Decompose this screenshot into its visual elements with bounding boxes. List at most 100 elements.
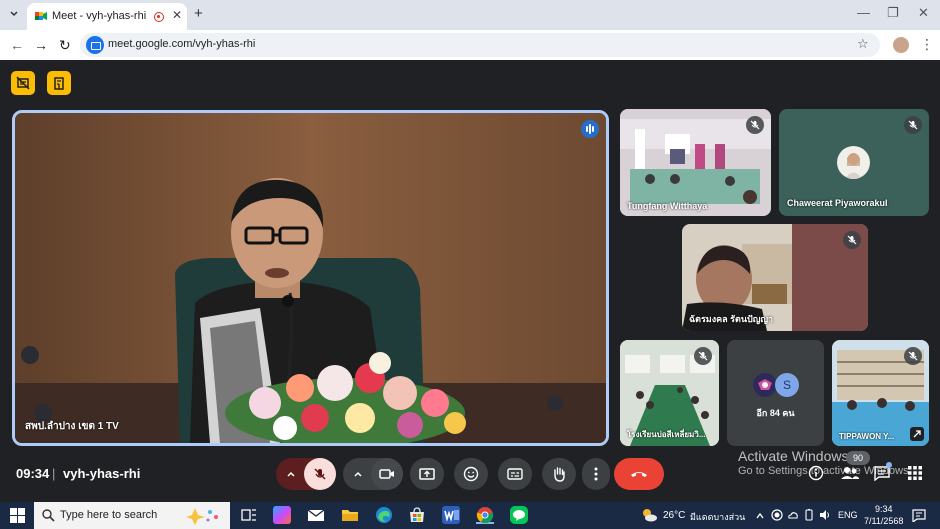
- participant-avatar: [753, 373, 777, 397]
- emblem-icon: [753, 373, 777, 397]
- apps-grid-icon: [908, 466, 922, 480]
- main-speaker-video: [15, 113, 606, 443]
- people-button[interactable]: [840, 465, 860, 481]
- chevron-down-icon: [10, 11, 18, 17]
- captions-button[interactable]: [498, 458, 532, 490]
- mic-control-group: [276, 458, 336, 490]
- hang-up-icon: [631, 472, 647, 477]
- participant-name: Chaweerat Piyaworakul: [787, 198, 888, 208]
- chevron-up-icon: [287, 471, 295, 477]
- camera-options-button[interactable]: [343, 458, 373, 490]
- mail-taskbar-button[interactable]: [307, 506, 325, 524]
- participant-tile[interactable]: Chaweerat Piyaworakul: [779, 109, 929, 216]
- mic-options-button[interactable]: [276, 458, 306, 490]
- restore-button[interactable]: ❐: [887, 5, 899, 21]
- record-tray-icon[interactable]: [771, 509, 783, 521]
- chevron-up-icon[interactable]: [755, 511, 765, 521]
- line-taskbar-button[interactable]: [510, 506, 528, 524]
- participant-name: Tungfang Witthaya: [627, 201, 708, 211]
- notification-center-icon[interactable]: [912, 509, 926, 522]
- mic-off-icon: [698, 351, 708, 361]
- weather-widget-icon[interactable]: [640, 506, 658, 524]
- taskbar-search-box[interactable]: Type here to search: [34, 502, 230, 529]
- info-icon: [808, 465, 824, 481]
- meeting-code: vyh-yhas-rhi: [63, 466, 141, 481]
- google-meet-icon: [35, 12, 47, 20]
- profile-avatar[interactable]: [893, 37, 909, 53]
- mic-off-badge: [843, 231, 861, 249]
- browser-toolbar: ← → ↻ meet.google.com/vyh-yhas-rhi ☆: [0, 30, 940, 60]
- host-controls-indicator[interactable]: [47, 71, 71, 95]
- forward-button[interactable]: →: [34, 37, 48, 53]
- reload-button[interactable]: ↻: [59, 37, 71, 54]
- present-screen-button[interactable]: [410, 458, 444, 490]
- raise-hand-button[interactable]: [542, 458, 576, 490]
- pin-icon[interactable]: [910, 427, 924, 441]
- camera-toggle-button[interactable]: [371, 458, 403, 490]
- meeting-info-button[interactable]: [808, 465, 824, 481]
- battery-tray-icon[interactable]: [803, 509, 815, 521]
- captions-indicator[interactable]: [11, 71, 35, 95]
- url-text: meet.google.com/vyh-yhas-rhi: [108, 38, 256, 50]
- participant-tile[interactable]: ฉัตรมงคล รัตนปัญญา: [682, 224, 868, 331]
- bookmark-star-icon[interactable]: ☆: [857, 36, 869, 52]
- edge-taskbar-button[interactable]: [375, 506, 393, 524]
- participant-tile[interactable]: Tungfang Witthaya: [620, 109, 771, 216]
- copilot-taskbar-icon[interactable]: [273, 506, 291, 524]
- mic-off-icon: [847, 235, 857, 245]
- avatar-photo: [845, 153, 862, 179]
- partly-sunny-icon: [643, 509, 657, 522]
- tray-clock-time[interactable]: 9:34: [875, 504, 893, 514]
- mic-off-badge: [904, 116, 922, 134]
- more-options-button[interactable]: [582, 458, 610, 490]
- reactions-button[interactable]: [454, 458, 488, 490]
- expand-icon: [913, 430, 921, 438]
- browser-tab-meet[interactable]: Meet - vyh-yhas-rhi ✕: [27, 3, 187, 30]
- tab-close-icon[interactable]: ✕: [172, 8, 182, 22]
- building-icon: [54, 77, 64, 90]
- volume-tray-icon[interactable]: [819, 509, 831, 521]
- new-tab-button[interactable]: +: [194, 5, 203, 22]
- main-speaker-tile[interactable]: สพป.ลำปาง เขต 1 TV: [12, 110, 609, 446]
- participant-avatar-letter: S: [775, 373, 799, 397]
- browser-menu-button[interactable]: ⋮: [920, 36, 934, 53]
- tab-title: Meet - vyh-yhas-rhi: [52, 10, 147, 22]
- speaking-indicator: [581, 120, 599, 138]
- site-info-icon[interactable]: [86, 36, 104, 54]
- mail-icon: [307, 509, 325, 521]
- mic-off-icon: [314, 468, 326, 480]
- chrome-taskbar-button[interactable]: [476, 506, 494, 524]
- back-button[interactable]: ←: [10, 37, 24, 53]
- word-taskbar-button[interactable]: [442, 506, 460, 524]
- minimize-button[interactable]: —: [857, 5, 870, 20]
- windows-taskbar: Type here to search 26°C มีแดดบางส่วน EN…: [0, 502, 940, 529]
- participant-avatar: [837, 146, 870, 179]
- start-button[interactable]: [10, 508, 25, 523]
- more-vert-icon: [594, 467, 598, 481]
- participant-tile[interactable]: โรงเรียนบ่อสีเหลี่ยมวิ...: [620, 340, 719, 446]
- activities-button[interactable]: [907, 465, 923, 481]
- leave-call-button[interactable]: [614, 458, 664, 490]
- tab-search-button[interactable]: [5, 5, 23, 23]
- participant-name: TIPPAWON Y...: [839, 432, 895, 441]
- chat-button[interactable]: [873, 462, 892, 482]
- mic-toggle-button[interactable]: [304, 458, 336, 490]
- store-taskbar-button[interactable]: [408, 506, 426, 524]
- weather-temperature[interactable]: 26°C: [663, 510, 685, 521]
- others-tile[interactable]: S อีก 84 คน: [727, 340, 824, 446]
- tray-clock-date[interactable]: 7/11/2568: [864, 516, 903, 526]
- participant-name: โรงเรียนบ่อสีเหลี่ยมวิ...: [627, 430, 706, 439]
- window-close-button[interactable]: ✕: [918, 5, 929, 21]
- address-bar[interactable]: meet.google.com/vyh-yhas-rhi ☆: [80, 33, 880, 57]
- file-explorer-taskbar-button[interactable]: [341, 506, 359, 524]
- participant-tile[interactable]: TIPPAWON Y...: [832, 340, 929, 446]
- task-view-button[interactable]: [240, 506, 258, 524]
- input-language[interactable]: ENG: [838, 510, 858, 520]
- store-bag-icon: [410, 507, 424, 522]
- weather-description[interactable]: มีแดดบางส่วน: [690, 510, 745, 524]
- participant-count-badge: 90: [846, 451, 870, 465]
- onedrive-tray-icon[interactable]: [787, 509, 799, 521]
- present-screen-icon: [419, 468, 435, 480]
- folder-icon: [342, 510, 358, 521]
- activate-windows-title: Activate Windows: [738, 448, 849, 464]
